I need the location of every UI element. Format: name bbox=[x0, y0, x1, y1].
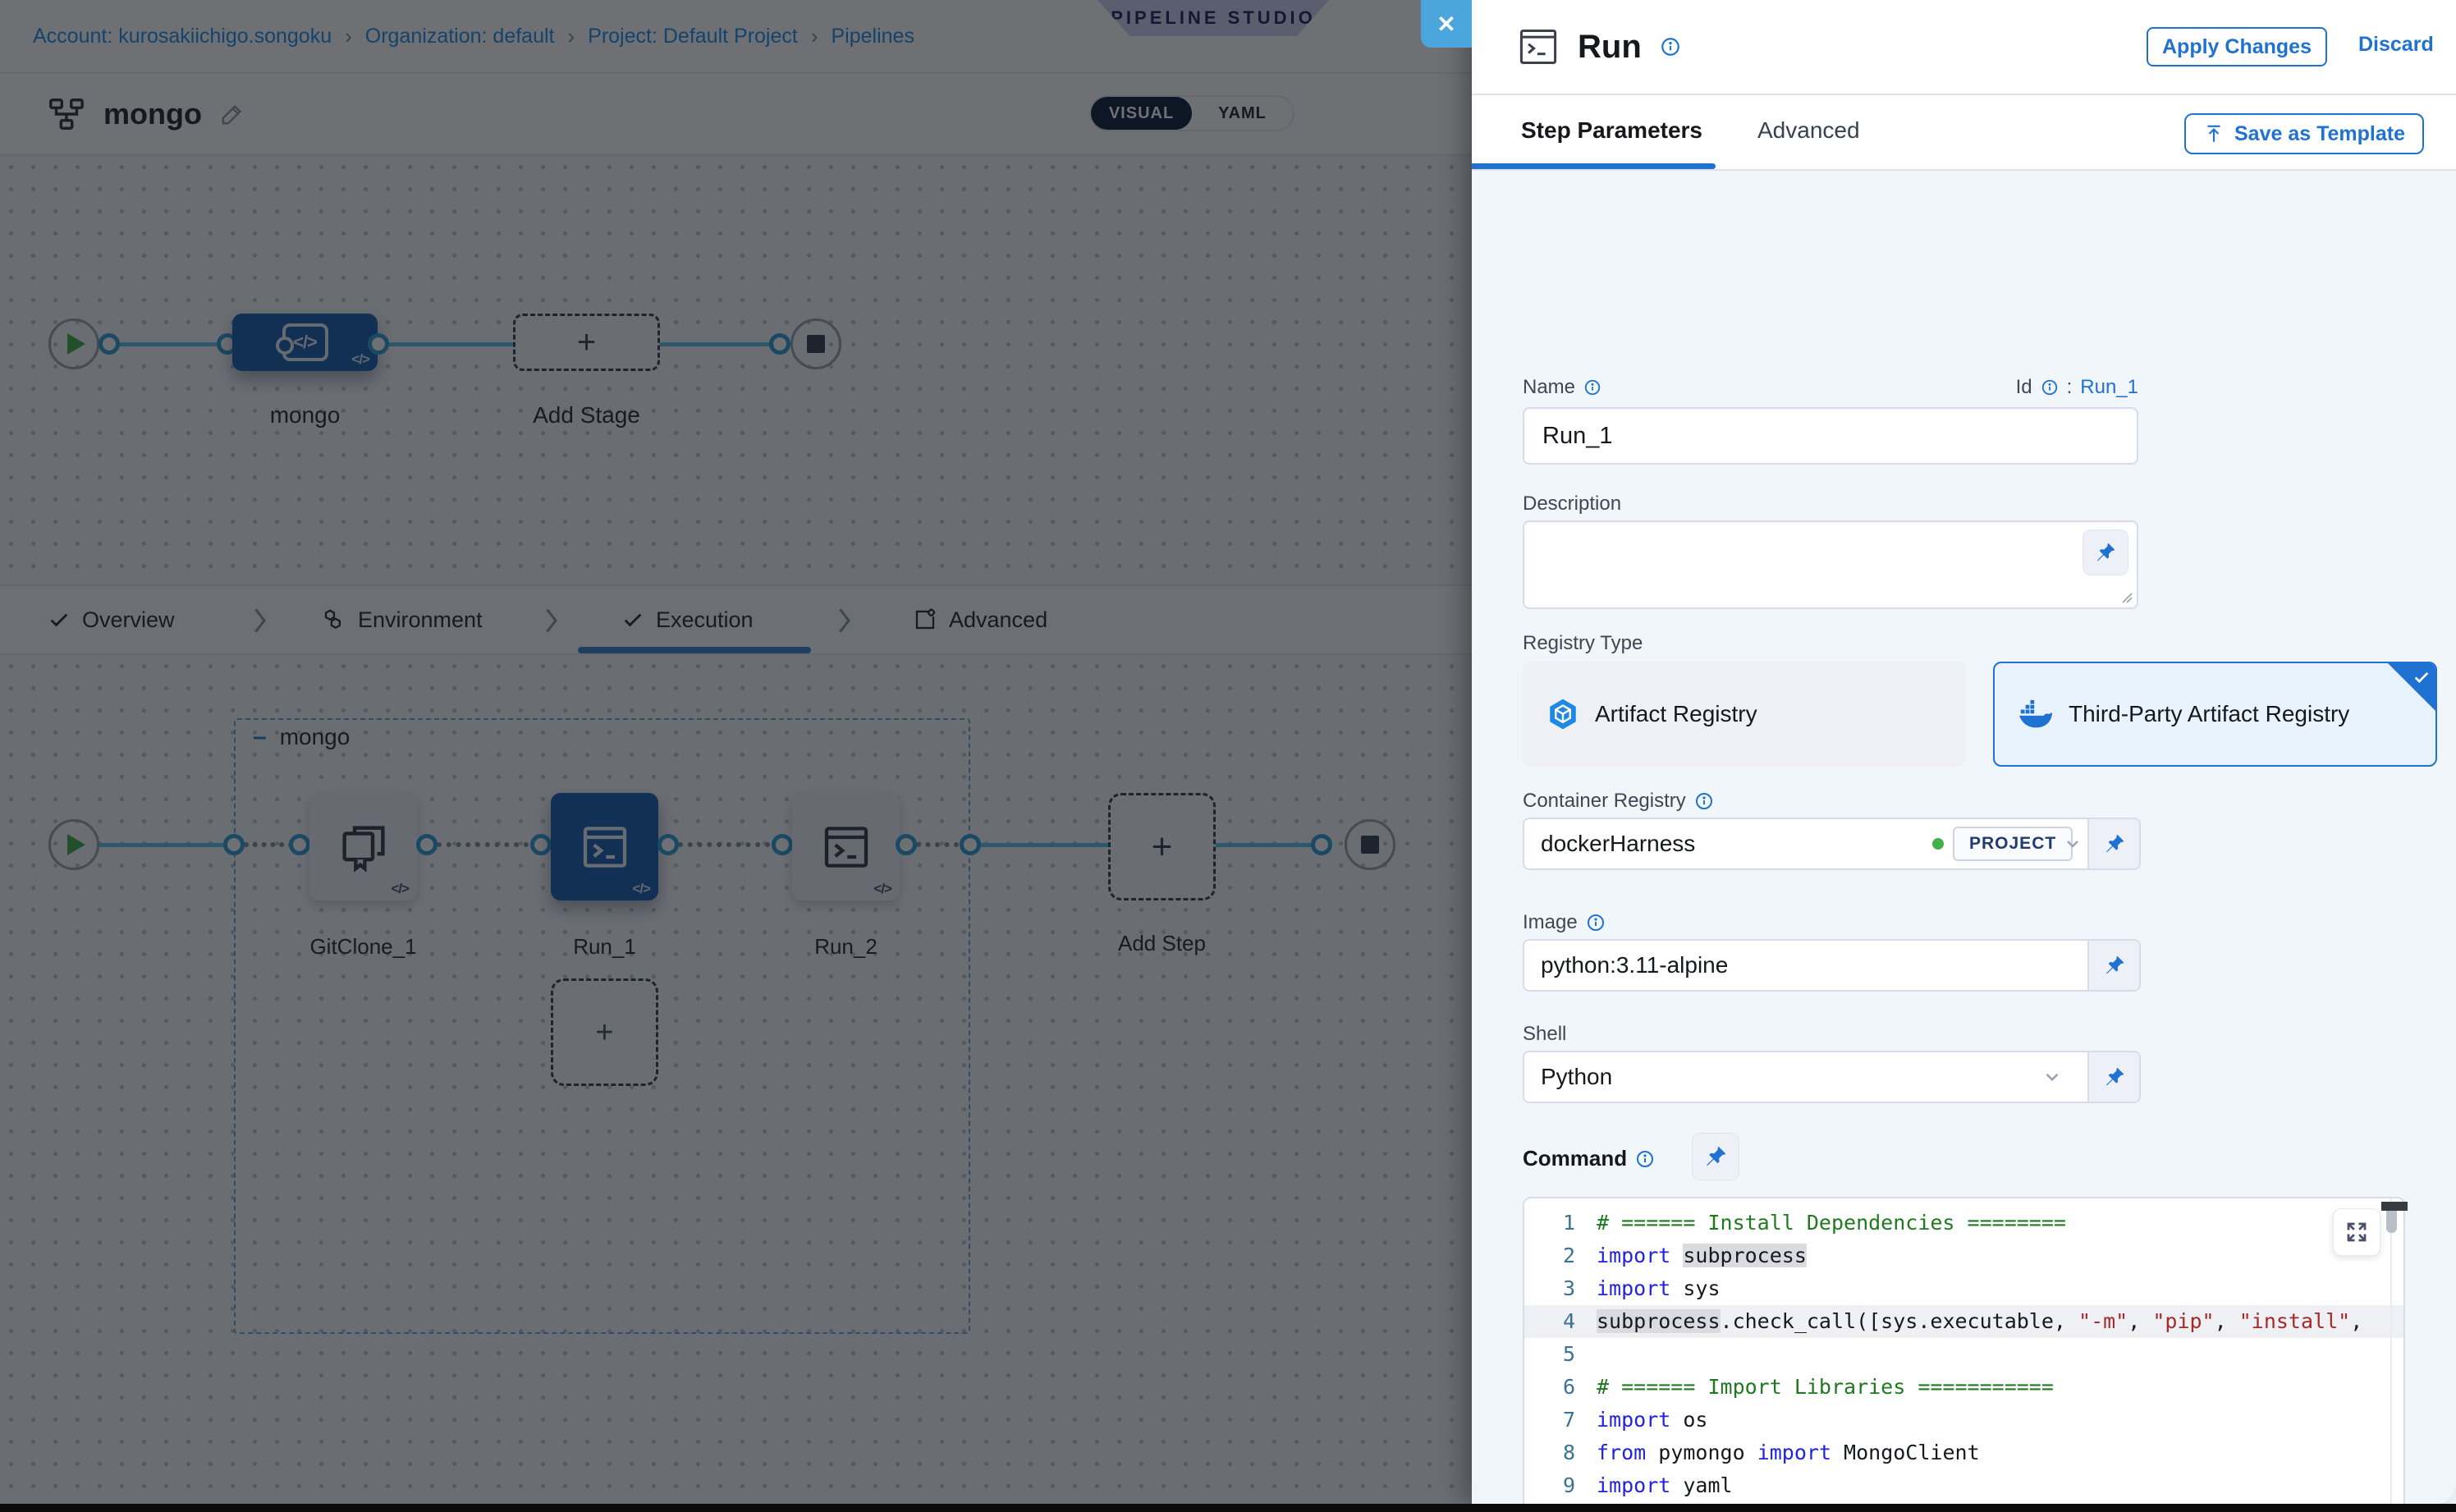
drawer-header: Run Apply Changes Discard bbox=[1472, 0, 2456, 95]
command-label: Command bbox=[1523, 1146, 1627, 1171]
drawer-tabbar: Step Parameters Advanced Save as Templat… bbox=[1472, 95, 2456, 171]
save-as-template-button[interactable]: Save as Template bbox=[2184, 113, 2424, 154]
chevron-down-icon[interactable] bbox=[2041, 1066, 2063, 1088]
registry-option-artifact[interactable]: Artifact Registry bbox=[1523, 662, 1966, 767]
tab-step-advanced[interactable]: Advanced bbox=[1757, 95, 1860, 166]
image-input[interactable]: python:3.11-alpine bbox=[1523, 939, 2089, 992]
drawer-title: Run bbox=[1578, 29, 1642, 66]
image-label: Image bbox=[1523, 911, 1578, 934]
close-drawer-button[interactable]: ✕ bbox=[1421, 0, 1472, 48]
pin-icon bbox=[1703, 1144, 1728, 1169]
id-label: Id bbox=[2016, 376, 2032, 399]
container-registry-label-row: Container Registry bbox=[1523, 790, 1714, 813]
container-registry-label: Container Registry bbox=[1523, 790, 1686, 813]
discard-button[interactable]: Discard bbox=[2358, 33, 2434, 57]
pin-runtime-input-button[interactable] bbox=[2083, 529, 2128, 575]
run-step-terminal-icon bbox=[1517, 25, 1560, 68]
container-registry-field: dockerHarness PROJECT bbox=[1523, 818, 2141, 870]
description-textarea[interactable] bbox=[1523, 520, 2138, 609]
scope-badge: PROJECT bbox=[1953, 827, 2073, 861]
pin-icon bbox=[2103, 1065, 2126, 1088]
drawer-dim-overlay[interactable] bbox=[0, 0, 1472, 1504]
image-value: python:3.11-alpine bbox=[1541, 952, 1728, 978]
info-icon[interactable] bbox=[1694, 791, 1714, 811]
registry-option-label: Artifact Registry bbox=[1595, 701, 1757, 727]
command-code-editor[interactable]: 1# ====== Install Dependencies ========2… bbox=[1523, 1197, 2405, 1504]
expand-editor-button[interactable] bbox=[2333, 1208, 2380, 1256]
apply-changes-button[interactable]: Apply Changes bbox=[2147, 27, 2327, 66]
description-label: Description bbox=[1523, 493, 1621, 515]
chevron-down-icon[interactable] bbox=[2063, 834, 2083, 854]
image-field: python:3.11-alpine bbox=[1523, 939, 2141, 992]
selected-corner-badge bbox=[2388, 663, 2435, 711]
id-value[interactable]: Run_1 bbox=[2080, 376, 2138, 399]
name-label: Name bbox=[1523, 376, 1575, 399]
shell-select[interactable]: Python bbox=[1523, 1051, 2089, 1103]
info-icon[interactable] bbox=[1586, 913, 1606, 932]
command-label-row: Command bbox=[1523, 1146, 1655, 1171]
shell-value: Python bbox=[1541, 1064, 1612, 1090]
pin-runtime-input-button[interactable] bbox=[2089, 939, 2141, 992]
panel-scrollbar-thumb[interactable] bbox=[2381, 1202, 2408, 1211]
shell-label: Shell bbox=[1523, 1023, 1566, 1046]
resize-handle-icon[interactable] bbox=[2119, 590, 2133, 603]
editor-scrollbar-track[interactable] bbox=[2390, 1198, 2392, 1504]
bottom-black-bar bbox=[0, 1504, 2456, 1512]
drawer-title-row: Run bbox=[1517, 0, 1681, 94]
name-input[interactable]: Run_1 bbox=[1523, 407, 2138, 465]
command-code-lines[interactable]: 1# ====== Install Dependencies ========2… bbox=[1524, 1207, 2403, 1504]
name-label-row: Name bbox=[1523, 376, 1601, 399]
tab-step-parameters[interactable]: Step Parameters bbox=[1521, 95, 1702, 166]
id-separator: : bbox=[2067, 376, 2073, 399]
pin-icon bbox=[2103, 832, 2126, 855]
info-icon[interactable] bbox=[1660, 36, 1681, 57]
pin-icon bbox=[2094, 541, 2117, 564]
pin-runtime-input-button[interactable] bbox=[1692, 1133, 1739, 1180]
check-icon bbox=[2412, 668, 2431, 686]
pin-runtime-input-button[interactable] bbox=[2089, 1051, 2141, 1103]
registry-option-label: Third-Party Artifact Registry bbox=[2069, 701, 2349, 727]
pipeline-studio-app: Account: kurosakiichigo.songoku › Organi… bbox=[0, 0, 2456, 1512]
image-label-row: Image bbox=[1523, 911, 1606, 934]
name-value: Run_1 bbox=[1542, 423, 1612, 450]
pin-icon bbox=[2103, 954, 2126, 977]
drawer-content: Name Id : Run_1 Run_1 Description bbox=[1472, 171, 2456, 1504]
active-tab-underline bbox=[1472, 163, 1716, 169]
registry-type-label: Registry Type bbox=[1523, 632, 1643, 655]
shell-field: Python bbox=[1523, 1051, 2141, 1103]
registry-option-third-party[interactable]: Third-Party Artifact Registry bbox=[1993, 662, 2437, 767]
info-icon[interactable] bbox=[1635, 1149, 1655, 1169]
container-registry-value: dockerHarness bbox=[1541, 831, 1695, 857]
docker-whale-icon bbox=[2018, 698, 2054, 731]
info-icon[interactable] bbox=[2041, 378, 2059, 396]
connectivity-status-dot bbox=[1932, 838, 1944, 850]
save-as-template-label: Save as Template bbox=[2234, 122, 2405, 146]
container-registry-select[interactable]: dockerHarness PROJECT bbox=[1523, 818, 2089, 870]
step-config-drawer: Run Apply Changes Discard Step Parameter… bbox=[1472, 0, 2456, 1504]
pin-runtime-input-button[interactable] bbox=[2089, 818, 2141, 870]
upload-icon bbox=[2203, 123, 2225, 144]
info-icon[interactable] bbox=[1583, 378, 1601, 396]
id-row: Id : Run_1 bbox=[1882, 376, 2138, 399]
artifact-registry-icon bbox=[1546, 697, 1580, 731]
fullscreen-icon bbox=[2344, 1220, 2369, 1244]
